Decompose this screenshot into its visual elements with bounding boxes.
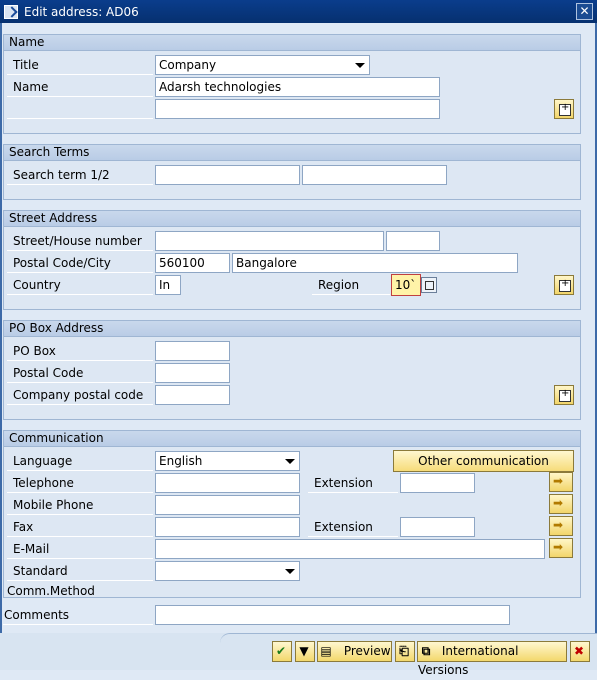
check-icon: ✔ [275,644,287,658]
fax-more-arrow-icon[interactable] [549,516,573,536]
name-input[interactable]: Adarsh technologies [155,77,440,97]
mobile-more-arrow-icon[interactable] [549,494,573,514]
telephone-input[interactable] [155,473,300,493]
name2-input[interactable] [155,99,440,119]
chevron-down-icon[interactable] [285,459,295,464]
mobile-phone-input[interactable] [155,495,300,515]
po-box-header: PO Box Address [4,321,580,337]
fax-input[interactable] [155,517,300,537]
search-term-2-input[interactable] [302,165,447,185]
more-fields-icon[interactable] [554,99,574,119]
other-communication-button[interactable]: Other communication [393,450,574,472]
email-more-arrow-icon[interactable] [549,538,573,558]
postal-code-input[interactable]: 560100 [155,253,230,273]
chevron-down-icon[interactable] [285,569,295,574]
confirm-button[interactable]: ✔ [272,641,292,662]
fax-extension-input[interactable] [400,517,475,537]
po-postal-code-input[interactable] [155,363,230,383]
telephone-extension-input[interactable] [400,473,475,493]
company-postal-code-label: Company postal code [7,385,153,405]
street-input[interactable] [155,231,384,251]
company-postal-code-input[interactable] [155,385,230,405]
name-group-header: Name [4,35,580,51]
window-title: Edit address: AD06 [24,4,139,19]
country-label: Country [7,275,153,295]
fax-label: Fax [7,517,153,537]
search-term-label: Search term 1/2 [7,165,153,185]
hierarchy-button[interactable]: ⎗ [395,641,415,662]
search-terms-header: Search Terms [4,145,580,161]
po-postal-code-label: Postal Code [7,363,153,383]
title-dropdown[interactable]: Company [155,55,370,75]
po-box-input[interactable] [155,341,230,361]
telephone-more-arrow-icon[interactable] [549,472,573,492]
search-term-1-input[interactable] [155,165,300,185]
more-fields-icon[interactable] [554,385,574,405]
mobile-phone-label: Mobile Phone [7,495,153,515]
value-help-icon[interactable] [421,277,437,293]
comments-input[interactable] [155,605,510,625]
scroll-down-icon: ▼ [299,644,309,658]
email-label: E-Mail [7,539,153,559]
region-label: Region [312,275,390,295]
cancel-x-icon: ✖ [573,644,585,658]
title-label: Title [7,55,153,75]
print-preview-icon: ▤ [320,644,332,658]
international-versions-button[interactable]: ⧉ International Versions [417,641,567,677]
fax-extension-label: Extension [308,517,398,537]
hierarchy-icon: ⎗ [399,644,409,658]
language-dropdown[interactable]: English [155,451,300,471]
communication-header: Communication [4,431,580,447]
standard-comm-method-dropdown[interactable] [155,561,300,581]
preview-button[interactable]: ▤ Preview [317,641,392,662]
standard-comm-method-label: Standard Comm.Method [7,561,153,598]
city-input[interactable]: Bangalore [232,253,518,273]
cancel-button[interactable]: ✖ [570,641,590,662]
telephone-label: Telephone [7,473,153,493]
postal-city-label: Postal Code/City [7,253,153,273]
chevron-down-icon[interactable] [355,63,365,68]
email-input[interactable] [155,539,545,559]
close-button[interactable]: ✕ [576,3,593,20]
window-titlebar: Edit address: AD06 ✕ [0,0,597,23]
edit-icon [4,4,18,19]
more-fields-icon[interactable] [554,275,574,295]
region-input[interactable]: 10` [391,274,421,296]
name-label: Name [7,77,153,97]
po-box-label: PO Box [7,341,153,361]
comments-label: Comments [3,605,153,625]
international-versions-icon: ⧉ [421,644,431,658]
telephone-extension-label: Extension [308,473,398,493]
street-address-header: Street Address [4,211,580,227]
save-draft-button[interactable]: ▼ [295,641,315,662]
name2-label [7,99,153,119]
country-input[interactable]: In [155,275,181,295]
house-number-input[interactable] [386,231,440,251]
street-label: Street/House number [7,231,153,251]
language-label: Language [7,451,153,471]
